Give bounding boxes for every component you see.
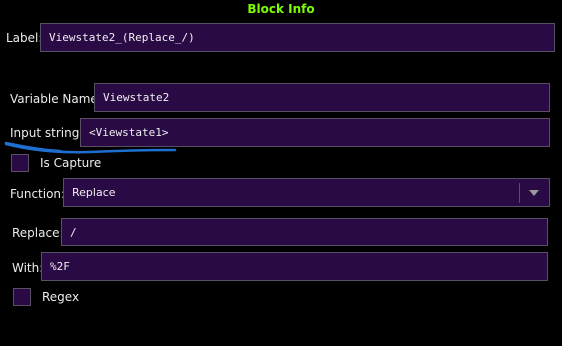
is-capture-checkbox[interactable] <box>11 154 29 172</box>
with-value: %2F <box>50 260 70 273</box>
annotation-underline <box>4 141 177 154</box>
function-select-value: Replace <box>72 186 116 199</box>
replace-value: / <box>70 225 77 239</box>
function-select-divider <box>519 183 520 203</box>
with-input[interactable]: %2F <box>41 252 548 281</box>
function-caption: Function: <box>10 187 66 201</box>
regex-label: Regex <box>42 290 80 304</box>
chevron-down-icon[interactable] <box>529 190 539 196</box>
is-capture-label: Is Capture <box>40 156 102 170</box>
replace-caption: Replace: <box>12 226 64 240</box>
regex-checkbox[interactable] <box>13 288 31 306</box>
with-caption: With: <box>12 261 44 275</box>
replace-input[interactable]: / <box>61 218 548 246</box>
function-select[interactable]: Replace <box>63 178 550 207</box>
